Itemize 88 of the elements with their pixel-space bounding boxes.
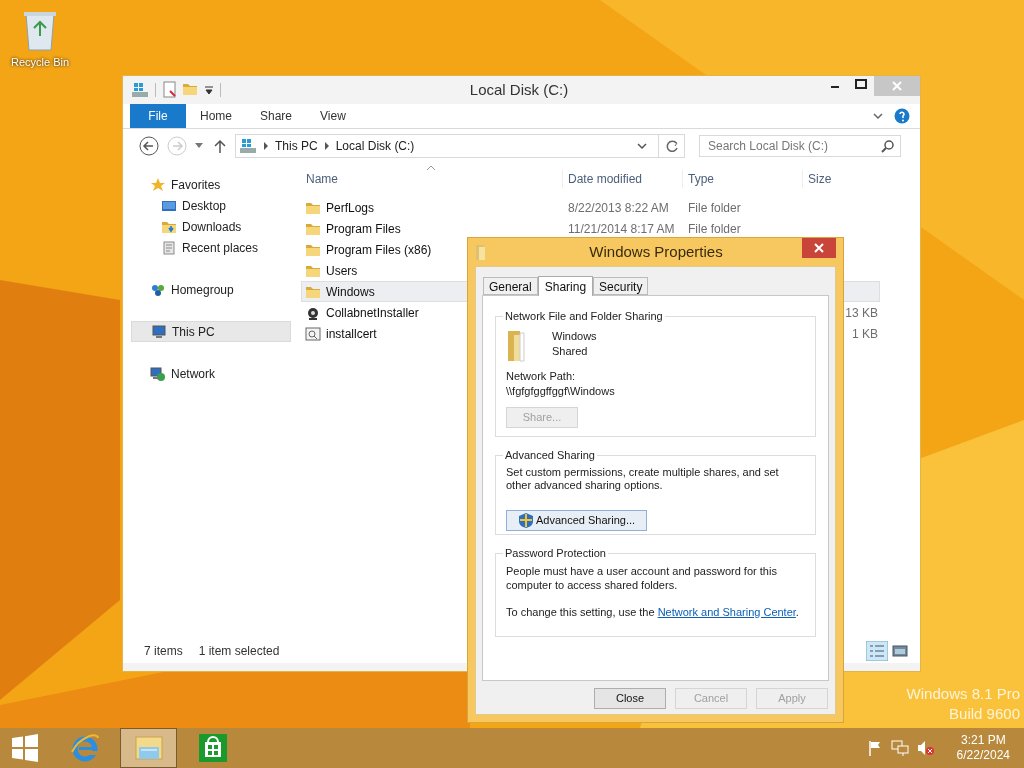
script-icon [305, 325, 321, 342]
taskbar-app[interactable] [120, 728, 177, 768]
forward-icon [167, 136, 187, 156]
breadcrumb-item[interactable]: Local Disk (C:) [335, 137, 415, 155]
dialog-button: Apply [756, 688, 828, 709]
description-text: People must have a user account and password for this computer to access shared folders. [506, 563, 778, 592]
nav-item[interactable]: Network [131, 363, 291, 384]
search-field[interactable]: Search Local Disk (C:) [699, 135, 901, 157]
flag-icon[interactable] [866, 740, 883, 756]
type-cell: File folder [688, 200, 741, 215]
column-header[interactable]: Name [301, 170, 562, 188]
star-icon [150, 176, 166, 193]
network-icon[interactable] [890, 740, 909, 756]
status-text: 1 item selected [198, 642, 280, 660]
browser-icon [68, 732, 101, 764]
file-name: Users [326, 262, 358, 280]
nav-item[interactable]: Recent places [131, 237, 291, 258]
chevron-right-icon[interactable] [323, 142, 330, 150]
watermark-text: Build 9600 [949, 704, 1020, 724]
file-name: PerfLogs [326, 199, 375, 217]
ribbon-tab[interactable]: View [306, 104, 360, 128]
file-name: Program Files [326, 220, 401, 238]
column-header[interactable]: Type [682, 170, 802, 188]
address-bar[interactable]: This PC Local Disk (C:) [235, 134, 685, 158]
group-heading: Password Protection [504, 546, 607, 561]
muted-speaker-icon[interactable] [916, 740, 935, 756]
details-view-icon[interactable] [866, 640, 888, 661]
dialog-button: Share... [506, 406, 578, 428]
description-text: Set custom permissions, create multiple shares, and set other advanced sharing options. [506, 465, 780, 492]
dialog-button[interactable]: Close [594, 688, 666, 709]
date-cell: 11/21/2014 8:17 AM [568, 221, 675, 236]
ribbon-tab[interactable]: Home [186, 104, 246, 128]
customize-icon[interactable] [204, 85, 214, 95]
document-icon [161, 239, 177, 256]
column-header[interactable]: Date modified [562, 170, 682, 188]
column-header[interactable]: Size [802, 170, 872, 188]
shopping-bag-icon [196, 732, 229, 764]
nav-item[interactable]: Desktop [131, 195, 291, 216]
shield-icon [519, 512, 533, 528]
group-heading: Advanced Sharing [504, 448, 596, 463]
ribbon-tab[interactable]: Share [246, 104, 307, 128]
nav-item[interactable]: Favorites [131, 174, 291, 195]
dialog-button[interactable]: Advanced Sharing... [506, 509, 647, 531]
file-tab[interactable]: File [130, 104, 186, 128]
nav-item[interactable]: Downloads [131, 216, 291, 237]
size-cell-text: 13 KB [845, 304, 878, 322]
folder-name: Windows [552, 328, 597, 344]
close-icon[interactable] [802, 238, 836, 258]
date-cell: 8/22/2013 8:22 AM [568, 200, 669, 215]
dialog-tab[interactable]: Sharing [537, 276, 594, 296]
file-name: installcert [326, 325, 377, 343]
path-label: Network Path: [506, 368, 577, 384]
help-icon[interactable] [894, 108, 910, 124]
chevron-down-icon[interactable] [636, 140, 648, 152]
search-icon[interactable] [881, 139, 895, 153]
file-name: CollabnetInstaller [326, 304, 419, 322]
drive-icon [239, 138, 257, 154]
group-heading: Network File and Folder Sharing [504, 309, 664, 324]
caret-icon[interactable] [195, 143, 203, 149]
size-cell-text: 1 KB [852, 325, 878, 343]
up-arrow-icon[interactable] [214, 139, 226, 153]
nav-item[interactable]: Homegroup [131, 279, 291, 300]
file-name: Program Files (x86) [326, 241, 432, 259]
drive-icon[interactable] [131, 81, 149, 99]
refresh-icon[interactable] [664, 139, 679, 153]
dialog-button: Cancel [675, 688, 747, 709]
status-text: 7 items [144, 642, 183, 660]
chevron-down-icon[interactable] [872, 110, 884, 122]
breadcrumb-item[interactable]: This PC [275, 137, 318, 155]
file-name: Windows [326, 283, 375, 301]
properties-icon[interactable] [162, 81, 178, 99]
computer-icon [151, 323, 167, 340]
type-cell: File folder [688, 221, 741, 236]
watermark-text: Windows 8.1 Pro [906, 684, 1020, 704]
network-icon [150, 365, 166, 382]
settings-link[interactable]: Network and Sharing Center [657, 605, 796, 618]
dialog-tab[interactable]: General [483, 277, 538, 295]
description-text: To change this setting, use the Network and Sharing Center. [506, 604, 800, 620]
windows-logo-icon [11, 734, 39, 762]
sort-caret-icon [427, 165, 435, 170]
network-path: \\fgfgfggffggf\Windows [506, 383, 616, 399]
back-icon[interactable] [139, 136, 159, 156]
window-title: Local Disk (C:) [468, 79, 570, 100]
dialog-tab[interactable]: Security [593, 277, 649, 295]
dialog-title: Windows Properties [588, 241, 724, 262]
chevron-right-icon[interactable] [263, 142, 269, 150]
nav-item[interactable]: This PC [131, 321, 291, 342]
share-status: Shared [552, 343, 589, 359]
